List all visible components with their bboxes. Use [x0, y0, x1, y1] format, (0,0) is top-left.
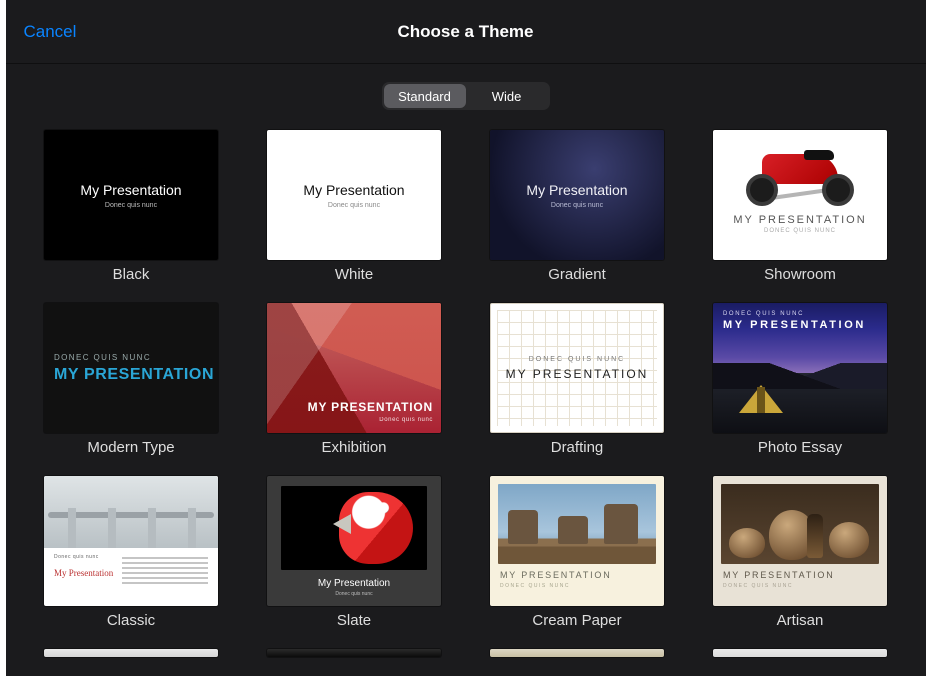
theme-thumbnail: MY PRESENTATION DONEC QUIS NUNC	[490, 476, 664, 606]
thumb-title: MY PRESENTATION	[54, 366, 218, 384]
theme-thumbnail: DONEC QUIS NUNC MY PRESENTATION	[490, 303, 664, 433]
theme-thumbnail	[490, 649, 664, 657]
coastline-photo-icon	[498, 484, 656, 564]
thumb-subtitle: Donec quis nunc	[328, 202, 380, 209]
theme-showroom[interactable]: MY PRESENTATION DONEC QUIS NUNC Showroom	[713, 130, 887, 283]
thumb-subtitle: DONEC QUIS NUNC	[764, 228, 836, 234]
thumb-subtitle: DONEC QUIS NUNC	[723, 583, 877, 589]
theme-next-row-peek[interactable]	[713, 649, 887, 657]
thumb-title: MY PRESENTATION	[506, 367, 649, 381]
thumb-subtitle: Donec quis nunc	[105, 202, 157, 209]
theme-white[interactable]: My Presentation Donec quis nunc White	[267, 130, 441, 283]
theme-photo-essay[interactable]: DONEC QUIS NUNC MY PRESENTATION Photo Es…	[713, 303, 887, 456]
theme-label: Gradient	[548, 266, 606, 283]
cancel-button[interactable]: Cancel	[24, 22, 77, 42]
paragraph-placeholder	[122, 554, 208, 587]
theme-label: White	[335, 266, 373, 283]
thumb-title: My Presentation	[303, 182, 404, 198]
theme-modern-type[interactable]: DONEC QUIS NUNC MY PRESENTATION Modern T…	[44, 303, 218, 456]
theme-thumbnail: My Presentation Donec quis nunc	[490, 130, 664, 260]
aspect-segmented-control[interactable]: Standard Wide	[382, 82, 550, 110]
theme-label: Artisan	[777, 612, 824, 629]
thumb-subtitle: DONEC QUIS NUNC	[529, 356, 626, 363]
thumb-title: MY PRESENTATION	[733, 214, 866, 226]
thumb-title: MY PRESENTATION	[308, 400, 433, 414]
header-bar: Cancel Choose a Theme	[6, 0, 926, 64]
parrot-photo-icon	[281, 486, 427, 570]
thumb-title: MY PRESENTATION	[723, 319, 866, 331]
theme-thumbnail: MY PRESENTATION DONEC QUIS NUNC	[713, 476, 887, 606]
theme-label: Classic	[107, 612, 155, 629]
theme-thumbnail: My Presentation Donec quis nunc	[267, 130, 441, 260]
thumb-title: My Presentation	[54, 568, 114, 578]
thumb-title: MY PRESENTATION	[500, 570, 654, 580]
theme-thumbnail: Donec quis nunc My Presentation	[44, 476, 218, 606]
thumb-subtitle: Donec quis nunc	[308, 417, 433, 423]
tent-icon	[739, 385, 783, 413]
thumb-title: My Presentation	[526, 182, 627, 198]
theme-thumbnail: DONEC QUIS NUNC MY PRESENTATION	[44, 303, 218, 433]
segment-standard[interactable]: Standard	[384, 84, 466, 108]
theme-next-row-peek[interactable]	[44, 649, 218, 657]
theme-next-row-peek[interactable]	[490, 649, 664, 657]
thumb-subtitle: DONEC QUIS NUNC	[500, 583, 654, 589]
theme-thumbnail	[44, 649, 218, 657]
theme-label: Black	[113, 266, 150, 283]
theme-thumbnail: My Presentation Donec quis nunc	[44, 130, 218, 260]
theme-label: Photo Essay	[758, 439, 842, 456]
theme-slate[interactable]: My Presentation Donec quis nunc Slate	[267, 476, 441, 629]
theme-label: Exhibition	[321, 439, 386, 456]
thumb-subtitle: Donec quis nunc	[551, 202, 603, 209]
bridge-photo-icon	[44, 476, 218, 548]
theme-label: Cream Paper	[532, 612, 621, 629]
theme-exhibition[interactable]: MY PRESENTATION Donec quis nunc Exhibiti…	[267, 303, 441, 456]
theme-chooser: Cancel Choose a Theme Standard Wide My P…	[6, 0, 926, 676]
theme-thumbnail	[713, 649, 887, 657]
theme-thumbnail	[267, 649, 441, 657]
theme-drafting[interactable]: DONEC QUIS NUNC MY PRESENTATION Drafting	[490, 303, 664, 456]
thumb-subtitle: Donec quis nunc	[335, 591, 372, 597]
theme-thumbnail: MY PRESENTATION DONEC QUIS NUNC	[713, 130, 887, 260]
theme-artisan[interactable]: MY PRESENTATION DONEC QUIS NUNC Artisan	[713, 476, 887, 629]
theme-thumbnail: MY PRESENTATION Donec quis nunc	[267, 303, 441, 433]
thumb-subtitle: Donec quis nunc	[54, 554, 114, 560]
theme-grid: My Presentation Donec quis nunc Black My…	[6, 130, 926, 667]
thumb-title: My Presentation	[318, 578, 390, 589]
theme-classic[interactable]: Donec quis nunc My Presentation Classic	[44, 476, 218, 629]
thumb-title: MY PRESENTATION	[723, 570, 877, 580]
motorcycle-icon	[740, 144, 860, 206]
segment-wide[interactable]: Wide	[466, 84, 548, 108]
thumb-subtitle: DONEC QUIS NUNC	[723, 311, 866, 317]
theme-label: Modern Type	[87, 439, 174, 456]
pottery-photo-icon	[721, 484, 879, 564]
thumb-subtitle: DONEC QUIS NUNC	[54, 353, 218, 362]
theme-thumbnail: My Presentation Donec quis nunc	[267, 476, 441, 606]
theme-gradient[interactable]: My Presentation Donec quis nunc Gradient	[490, 130, 664, 283]
theme-thumbnail: DONEC QUIS NUNC MY PRESENTATION	[713, 303, 887, 433]
theme-next-row-peek[interactable]	[267, 649, 441, 657]
theme-cream-paper[interactable]: MY PRESENTATION DONEC QUIS NUNC Cream Pa…	[490, 476, 664, 629]
theme-label: Slate	[337, 612, 371, 629]
theme-black[interactable]: My Presentation Donec quis nunc Black	[44, 130, 218, 283]
thumb-title: My Presentation	[80, 182, 181, 198]
theme-label: Drafting	[551, 439, 604, 456]
theme-label: Showroom	[764, 266, 836, 283]
page-title: Choose a Theme	[397, 22, 533, 42]
